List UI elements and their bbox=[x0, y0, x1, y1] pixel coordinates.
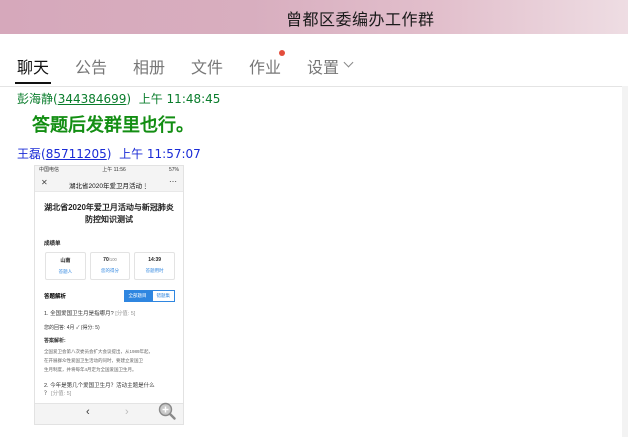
phone-status-bar: 中国电信 上午 11:56 57% bbox=[35, 166, 183, 175]
notification-dot bbox=[279, 50, 285, 56]
card-value: 14:39 bbox=[148, 257, 162, 263]
status-time: 上午 11:56 bbox=[102, 167, 126, 173]
tab-settings[interactable]: 设置 bbox=[307, 54, 339, 78]
scrollbar[interactable] bbox=[622, 86, 628, 437]
quiz-title-line: 防控知识测试 bbox=[85, 215, 133, 224]
window-title: 曾都区委编办工作群 bbox=[286, 10, 435, 29]
card-value-suffix: /100 bbox=[108, 257, 117, 262]
card-label: 您的得分 bbox=[101, 268, 119, 273]
answer-line: 您的回答: 4月 ✓ (得分: 5) bbox=[44, 324, 174, 331]
tab-homework[interactable]: 作业 bbox=[249, 54, 281, 78]
question-text: 1. 全国爱国卫生月是指哪月? bbox=[44, 311, 114, 317]
zoom-in-icon[interactable] bbox=[158, 402, 176, 420]
carrier-label: 中国电信 bbox=[39, 167, 60, 173]
question-item: 2. 今年是第几个爱国卫生月？活动主题是什么 ？ [分值: 5] bbox=[44, 382, 174, 398]
quiz-title: 湖北省2020年爱卫月活动与新冠肺炎 防控知识测试 bbox=[35, 202, 183, 226]
phone-nav-bar: ✕ 湖北省2020年爱卫月活动⋮ ⋯ bbox=[35, 175, 183, 192]
explanation-line: 在开展群众性爱国卫生活动的同时，要建立爱国卫 bbox=[44, 358, 143, 363]
question-text: ？ bbox=[44, 391, 50, 397]
message-time: 上午 11:48:45 bbox=[138, 92, 221, 106]
analysis-label: 答题解析 bbox=[44, 294, 67, 300]
question-score: [分值: 5] bbox=[115, 311, 136, 317]
question-item: 1. 全国爱国卫生月是指哪月? [分值: 5] bbox=[44, 310, 174, 318]
card-label: 答题用时 bbox=[145, 268, 164, 273]
message-time: 上午 11:57:07 bbox=[119, 147, 201, 161]
tab-files[interactable]: 文件 bbox=[191, 54, 223, 78]
explanation-line: 全国爱卫会第八次委员会扩大会议提出，从1989年起， bbox=[44, 349, 154, 354]
tab-album[interactable]: 相册 bbox=[133, 54, 165, 78]
image-attachment[interactable]: 中国电信 上午 11:56 57% ✕ 湖北省2020年爱卫月活动⋮ ⋯ 湖北省… bbox=[34, 165, 184, 425]
sender-name[interactable]: 彭海静 bbox=[17, 92, 53, 106]
card-label: 答题人 bbox=[58, 269, 73, 274]
sender-qq-link[interactable]: 344384699 bbox=[58, 92, 127, 106]
back-arrow-icon: ‹ bbox=[86, 406, 90, 418]
analysis-header: 答题解析 全部题目 错题集 bbox=[35, 290, 183, 302]
sender-qq-link[interactable]: 85711205 bbox=[46, 147, 107, 161]
quiz-title-line: 湖北省2020年爱卫月活动与新冠肺炎 bbox=[44, 203, 174, 212]
explain-label: 答案解析: bbox=[44, 338, 66, 344]
score-section-label: 成绩单 bbox=[44, 241, 61, 247]
battery-label: 57% bbox=[168, 167, 179, 173]
check-icon: ✓ bbox=[75, 325, 80, 331]
question-score: [分值: 5] bbox=[51, 391, 72, 397]
sender-name[interactable]: 王磊 bbox=[17, 147, 41, 161]
close-icon: ✕ bbox=[41, 178, 48, 187]
more-icon: ⋯ bbox=[169, 177, 177, 186]
answer-value: 4月 bbox=[66, 325, 75, 331]
score-card: 山南 答题人 bbox=[45, 252, 86, 280]
tab-bar: 聊天 公告 相册 文件 作业 设置 bbox=[0, 34, 628, 87]
explanation-text: 全国爱卫会第八次委员会扩大会议提出，从1989年起， 在开展群众性爱国卫生活动的… bbox=[44, 347, 174, 374]
tab-announcement[interactable]: 公告 bbox=[75, 54, 107, 78]
score-card: 14:39 答题用时 bbox=[134, 252, 176, 280]
phone-nav-title: 湖北省2020年爱卫月活动⋮ bbox=[69, 183, 149, 190]
message-header: 彭海静(344384699) 上午 11:48:45 bbox=[17, 92, 221, 106]
card-value: 山南 bbox=[60, 258, 71, 264]
answer-score: (得分: 5) bbox=[80, 325, 100, 331]
message-text: 答题后发群里也行。 bbox=[32, 115, 194, 136]
all-questions-button: 全部题目 bbox=[123, 290, 152, 302]
analysis-toggle: 全部题目 错题集 bbox=[123, 290, 175, 302]
title-bar: 曾都区委编办工作群 bbox=[0, 0, 628, 34]
score-cards: 山南 答题人 70/100 您的得分 14:39 答题用时 bbox=[45, 252, 176, 280]
forward-arrow-icon: › bbox=[125, 406, 129, 418]
explanation-line: 生月制度，并将每年4月定为全国爱国卫生月。 bbox=[44, 367, 137, 372]
tab-chat[interactable]: 聊天 bbox=[14, 54, 52, 84]
wrong-questions-button: 错题集 bbox=[151, 290, 175, 302]
score-card: 70/100 您的得分 bbox=[89, 252, 131, 280]
answer-label: 您的回答: bbox=[44, 325, 66, 331]
message-header: 王磊(85711205) 上午 11:57:07 bbox=[17, 147, 201, 161]
question-text: 2. 今年是第几个爱国卫生月？活动主题是什么 bbox=[44, 383, 155, 389]
